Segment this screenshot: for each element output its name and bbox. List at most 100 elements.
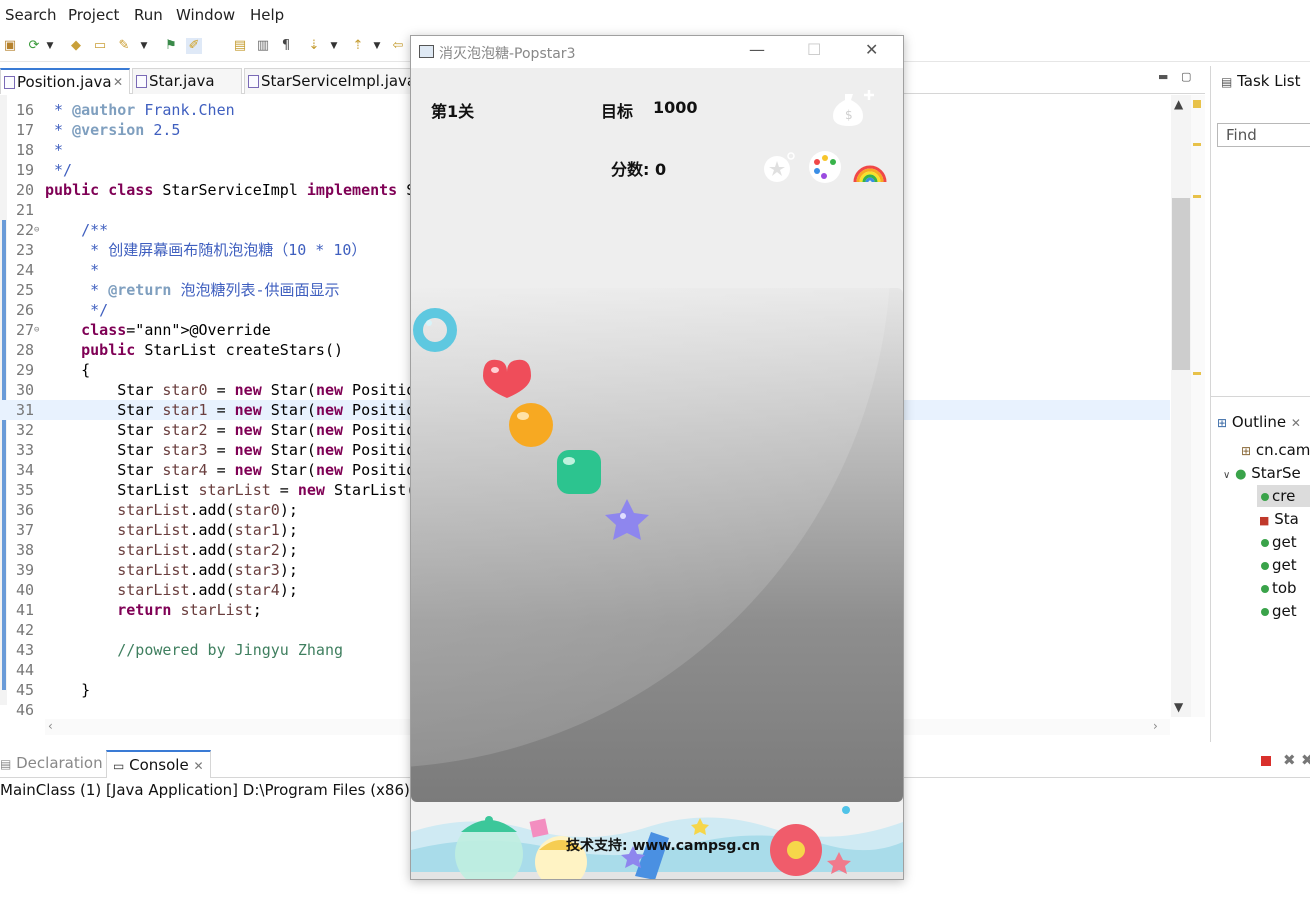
line-number: 31 <box>15 401 34 419</box>
svg-text:$: $ <box>845 108 853 122</box>
fold-icon[interactable]: ⊖ <box>34 220 39 240</box>
vertical-scrollbar[interactable]: ▲ ▼ <box>1171 95 1191 717</box>
console-header: MainClass (1) [Java Application] D:\Prog… <box>0 781 438 799</box>
code-text: { <box>45 361 91 379</box>
bomb-icon[interactable] <box>761 148 799 186</box>
code-text: * @author Frank.Chen <box>45 101 235 119</box>
game-window[interactable]: 消灭泡泡糖-Popstar3 — ☐ ✕ 第1关 目标 1000 分数: 0 $ <box>410 35 904 880</box>
outline-class[interactable]: ∨ ● StarSe <box>1223 464 1301 482</box>
menu-run[interactable]: Run <box>134 6 163 24</box>
outline-field[interactable]: ■ Sta <box>1259 510 1299 528</box>
outline-method[interactable]: get <box>1261 556 1297 574</box>
minimize-icon[interactable]: ▬ <box>1158 70 1168 83</box>
menu-project[interactable]: Project <box>68 6 119 24</box>
line-number: 24 <box>15 261 34 279</box>
java-file-icon <box>248 75 259 88</box>
method-icon <box>1261 539 1269 547</box>
chevron-down-icon[interactable]: ▼ <box>45 38 55 54</box>
pilcrow-icon[interactable]: ¶ <box>278 38 294 54</box>
block-icon[interactable]: ▤ <box>232 38 248 54</box>
find-input[interactable]: Find <box>1217 123 1310 147</box>
menu-help[interactable]: Help <box>250 6 284 24</box>
maximize-icon[interactable]: ☐ <box>807 40 821 59</box>
menu-window[interactable]: Window <box>176 6 235 24</box>
outline-package[interactable]: ⊞ cn.cam <box>1241 441 1310 459</box>
outline-method[interactable]: get <box>1261 533 1297 551</box>
menu-bar: Search Project Run Window Help <box>0 0 1310 30</box>
candy-board[interactable] <box>411 288 903 802</box>
maximize-icon[interactable]: ▢ <box>1181 70 1191 83</box>
heart-candy[interactable] <box>483 359 531 398</box>
field-icon: ■ <box>1259 514 1270 527</box>
menu-search[interactable]: Search <box>5 6 57 24</box>
open-type-icon[interactable]: ◆ <box>68 38 84 54</box>
ring-candy[interactable] <box>413 308 457 352</box>
tab-console[interactable]: ▭ Console ✕ <box>106 750 211 778</box>
palette-icon[interactable] <box>806 148 844 186</box>
close-icon[interactable]: ✕ <box>193 759 203 773</box>
close-icon[interactable]: ✕ <box>1291 416 1301 430</box>
rainbow-icon[interactable] <box>851 148 889 186</box>
close-icon[interactable]: ✕ <box>865 40 878 59</box>
chevron-down-icon[interactable]: ▼ <box>329 38 339 54</box>
tab-declaration[interactable]: ▤ Declaration <box>0 754 103 772</box>
prev-annotation-icon[interactable]: ⇡ <box>350 38 366 54</box>
coin-bag-icon[interactable]: $ <box>827 86 879 130</box>
game-canvas[interactable]: 第1关 目标 1000 分数: 0 $ 技术支持: www.campsg.cn <box>411 68 903 879</box>
score-display: 分数: 0 <box>611 156 666 180</box>
outline-label: cre <box>1272 487 1296 505</box>
highlight-icon[interactable]: ✐ <box>186 38 202 54</box>
tab-task-list[interactable]: ▤ Task List <box>1221 72 1301 90</box>
open-folder-icon[interactable]: ▭ <box>92 38 108 54</box>
occurrence-marker[interactable] <box>1193 372 1201 375</box>
outline-method[interactable]: tob <box>1261 579 1297 597</box>
package-icon[interactable]: ▣ <box>2 38 18 54</box>
occurrence-marker[interactable] <box>1193 143 1201 146</box>
square-candy[interactable] <box>557 450 601 494</box>
line-number: 35 <box>15 481 34 499</box>
scroll-thumb[interactable] <box>1172 198 1190 370</box>
warning-marker[interactable] <box>1193 100 1201 108</box>
tab-star-java[interactable]: Star.java <box>132 68 242 94</box>
target-value: 1000 <box>653 98 698 117</box>
remove-launch-icon[interactable]: ✖ <box>1283 751 1296 769</box>
line-number: 36 <box>15 501 34 519</box>
outline-method[interactable]: get <box>1261 602 1297 620</box>
doc-icon[interactable]: ▥ <box>255 38 271 54</box>
occurrence-marker[interactable] <box>1193 195 1201 198</box>
chevron-down-icon[interactable]: ∨ <box>1223 470 1230 481</box>
line-number: 18 <box>15 141 34 159</box>
code-text: starList.add(star1); <box>117 521 298 539</box>
code-text: starList.add(star0); <box>117 501 298 519</box>
outline-method-selected[interactable]: cre <box>1257 485 1310 507</box>
fold-icon[interactable]: ⊖ <box>34 320 39 340</box>
game-title-bar[interactable]: 消灭泡泡糖-Popstar3 — ☐ ✕ <box>411 36 903 68</box>
tab-position-java[interactable]: Position.java ✕ <box>0 68 130 94</box>
scroll-down-icon[interactable]: ▼ <box>1174 700 1183 714</box>
wand-icon[interactable]: ✎ <box>116 38 132 54</box>
pin-icon[interactable]: ⚑ <box>163 38 179 54</box>
scroll-up-icon[interactable]: ▲ <box>1174 97 1183 111</box>
overview-ruler <box>1191 95 1205 717</box>
java-file-icon <box>4 76 15 89</box>
back-icon[interactable]: ⇦ <box>390 38 406 54</box>
scroll-right-icon[interactable]: › <box>1153 719 1158 733</box>
remove-all-icon[interactable]: ✖ <box>1301 751 1310 769</box>
star-candy[interactable] <box>605 499 649 540</box>
chevron-down-icon[interactable]: ▼ <box>372 38 382 54</box>
candy-layer[interactable] <box>411 288 903 802</box>
minimize-icon[interactable]: — <box>749 40 765 59</box>
refresh-icon[interactable]: ⟳ <box>26 38 42 54</box>
chevron-down-icon[interactable]: ▼ <box>139 38 149 54</box>
footer-credit: 技术支持: www.campsg.cn <box>566 838 760 854</box>
terminate-icon[interactable] <box>1261 756 1271 766</box>
round-candy[interactable] <box>509 403 553 447</box>
line-number: 43 <box>15 641 34 659</box>
tab-outline[interactable]: ⊞ Outline ✕ <box>1217 413 1301 431</box>
scroll-left-icon[interactable]: ‹ <box>48 719 53 733</box>
next-annotation-icon[interactable]: ⇣ <box>306 38 322 54</box>
code-text: starList.add(star2); <box>117 541 298 559</box>
tab-starserviceimpl-java[interactable]: StarServiceImpl.java <box>244 68 416 94</box>
line-number: 42 <box>15 621 34 639</box>
close-icon[interactable]: ✕ <box>113 70 123 94</box>
